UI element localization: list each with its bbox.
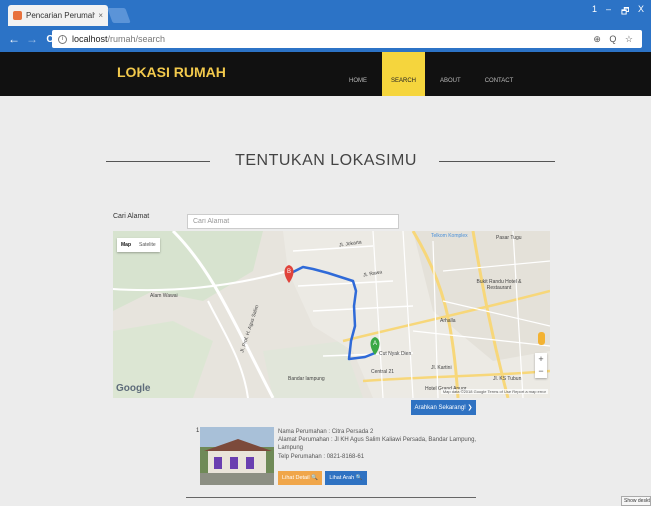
result-info: Nama Perumahan : Citra Persada 2 Alamat … xyxy=(278,428,478,461)
browser-tab-bar: Pencarian Perumahan Tr × 1 – 🗗 X xyxy=(0,0,651,26)
omnibox-actions-icon[interactable]: ⊕ Q ☆ xyxy=(593,34,636,45)
close-window-icon[interactable]: X xyxy=(638,4,644,14)
map-label-pasar-tugu: Pasar Tugu xyxy=(496,235,522,241)
browser-tab[interactable]: Pencarian Perumahan Tr × xyxy=(8,5,108,26)
map-type-satellite[interactable]: Satelite xyxy=(135,238,160,252)
marker-b-text: B xyxy=(287,269,291,275)
nav-search[interactable]: SEARCH xyxy=(382,52,426,96)
map-label-kstubun: Jl. KS Tubun xyxy=(493,376,522,382)
back-arrow-icon[interactable]: ← xyxy=(6,32,22,46)
house-thumbnail[interactable] xyxy=(200,427,274,485)
page-title: TENTUKAN LOKASIMU xyxy=(235,152,417,169)
map-canvas: B A xyxy=(113,231,550,398)
tab-title: Pencarian Perumahan Tr xyxy=(26,11,96,20)
window-profile-icon[interactable]: 1 xyxy=(592,4,597,14)
zoom-in-button[interactable]: + xyxy=(535,353,547,365)
view-detail-button[interactable]: Lihat Detail 🔍 xyxy=(278,471,322,485)
url-host: localhost xyxy=(72,34,108,44)
forward-arrow-icon[interactable]: → xyxy=(24,32,40,46)
street-view-pegman-icon[interactable] xyxy=(538,332,545,345)
map-view[interactable]: B A Map Satelite Telkom Komplex Pasar Tu… xyxy=(113,231,550,398)
site-navbar: LOKASI RUMAH HOME SEARCH ABOUT CONTACT xyxy=(0,52,651,96)
new-tab-button[interactable] xyxy=(107,8,131,23)
map-label-arhalla: Arhalla xyxy=(440,318,456,324)
google-logo: Google xyxy=(116,383,151,394)
address-search-input[interactable] xyxy=(187,214,399,229)
url-text[interactable]: localhost/rumah/search xyxy=(72,34,593,44)
nav-links: HOME SEARCH ABOUT CONTACT xyxy=(340,52,528,96)
close-tab-icon[interactable]: × xyxy=(98,11,103,20)
map-label-telkom: Telkom Komplex xyxy=(431,233,468,239)
house-photo-image xyxy=(200,427,274,485)
page-info-icon[interactable]: i xyxy=(58,34,67,44)
browser-toolbar: ← → C i localhost/rumah/search ⊕ Q ☆ xyxy=(0,26,651,52)
map-label-cut-nyak: Cut Nyak Dien xyxy=(379,351,412,357)
map-type-control: Map Satelite xyxy=(117,238,160,252)
minimize-icon[interactable]: – xyxy=(606,4,611,14)
route-now-button[interactable]: Arahkan Sekarang! ❯ xyxy=(411,400,476,415)
map-label-alam-wawai: Alam Wawai xyxy=(150,293,178,299)
url-path: /rumah/search xyxy=(107,34,166,44)
map-type-map[interactable]: Map xyxy=(117,238,135,252)
nav-contact[interactable]: CONTACT xyxy=(476,52,523,96)
marker-a-text: A xyxy=(373,341,377,347)
site-favicon-icon xyxy=(13,11,22,20)
house-address: Alamat Perumahan : Jl KH Agus Salim Kali… xyxy=(278,437,477,452)
title-divider-left xyxy=(106,161,210,162)
maximize-icon[interactable]: 🗗 xyxy=(621,4,629,20)
nav-about[interactable]: ABOUT xyxy=(431,52,470,96)
house-phone: Telp Perumahan : 0821-8168-61 xyxy=(278,453,365,460)
address-label: Cari Alamat xyxy=(113,213,150,220)
map-label-bukit-randu: Bukit Randu Hotel & Restaurant xyxy=(476,279,522,291)
view-route-button[interactable]: Lihat Arah 🔍 xyxy=(325,471,367,485)
house-name: Nama Perumahan : Citra Persada 2 xyxy=(278,429,374,435)
address-bar[interactable]: i localhost/rumah/search ⊕ Q ☆ xyxy=(52,30,642,48)
map-label-kartini: Jl. Kartini xyxy=(431,365,452,371)
title-divider-right xyxy=(439,161,555,162)
zoom-out-button[interactable]: − xyxy=(535,365,547,377)
result-index: 1 xyxy=(196,428,200,434)
site-brand[interactable]: LOKASI RUMAH xyxy=(117,64,226,80)
map-footer[interactable]: Map data ©2018 Google Terms of Use Repor… xyxy=(440,389,548,394)
show-desktop-tooltip[interactable]: Show desktop xyxy=(621,496,651,506)
result-divider xyxy=(186,497,476,498)
zoom-control: + − xyxy=(535,353,547,378)
map-label-bandar-lampung: Bandar lampung xyxy=(288,376,325,382)
map-label-central21: Central 21 xyxy=(371,369,395,375)
nav-home[interactable]: HOME xyxy=(340,52,376,96)
